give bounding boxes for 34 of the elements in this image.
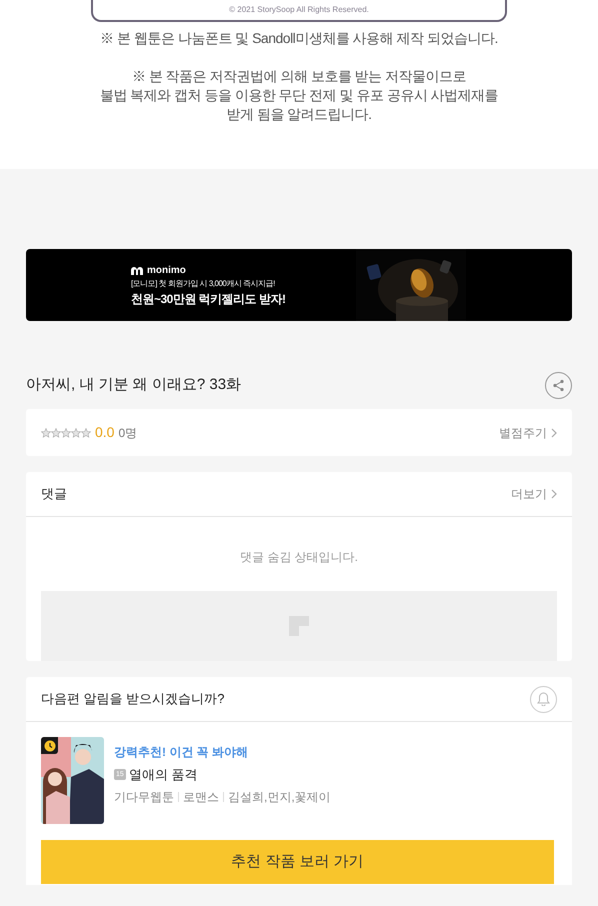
rating-count: 0명 bbox=[118, 424, 138, 442]
chevron-right-icon bbox=[551, 428, 557, 438]
meta-text: 기다무웹툰 bbox=[114, 788, 174, 806]
star-icon bbox=[51, 428, 61, 438]
ad-banner[interactable]: monimo [모니모] 첫 회원가입 시 3,000캐시 즉시지급! 천원~30만원 럭키젤리도 받자! bbox=[26, 249, 572, 321]
recommend-title: 열애의 품격 bbox=[128, 766, 198, 784]
banner-subtitle: [모니모] 첫 회원가입 시 3,000캐시 즉시지급! bbox=[131, 278, 276, 290]
chevron-right-icon bbox=[551, 489, 557, 499]
bell-icon bbox=[537, 692, 550, 706]
copyright-notice: ※ 본 작품은 저작권법에 의해 보호를 받는 저작물이므로 불법 복제와 캡처 등을 이용한 무단 전제 및 유포 공유시 사법제재를 받게 됨을 알려드립니다. bbox=[100, 67, 498, 124]
brand-name: monimo bbox=[147, 264, 186, 278]
clock-badge-icon bbox=[41, 737, 58, 754]
logo-icon bbox=[131, 266, 143, 274]
notify-question: 다음편 알림을 받으시겠습니까? bbox=[41, 690, 224, 708]
copyright-text: © 2021 StorySoop All Rights Reserved. bbox=[229, 6, 369, 14]
bell-button[interactable] bbox=[530, 686, 557, 712]
share-button[interactable] bbox=[545, 372, 572, 398]
share-icon bbox=[552, 378, 565, 392]
comments-title: 댓글 bbox=[41, 485, 67, 504]
banner-headline: 천원~30만원 럭키젤리도 받자! bbox=[131, 290, 286, 308]
episode-title: 아저씨, 내 기분 왜 이래요? 33화 bbox=[26, 374, 242, 395]
star-icon bbox=[81, 428, 91, 438]
recommend-tagline: 강력추천! 이건 꼭 봐야해 bbox=[114, 744, 249, 761]
meta-text: 로맨스 bbox=[183, 788, 219, 806]
recommend-button[interactable]: 추천 작품 보러 가기 bbox=[41, 840, 554, 884]
star-icon bbox=[41, 428, 51, 438]
star-icon bbox=[71, 428, 81, 438]
more-button[interactable]: 더보기 bbox=[511, 485, 557, 503]
rate-button[interactable]: 별점주기 bbox=[499, 424, 557, 442]
meta-text: 김설희,먼지,꽃제이 bbox=[228, 788, 331, 806]
hidden-comments-message: 댓글 숨김 상태입니다. bbox=[238, 549, 359, 566]
star-icon bbox=[61, 428, 71, 438]
rating-score: 0.0 bbox=[95, 423, 114, 442]
font-notice: ※ 본 웹툰은 나눔폰트 및 Sandoll미생체를 사용해 제작 되었습니다. bbox=[100, 29, 498, 48]
